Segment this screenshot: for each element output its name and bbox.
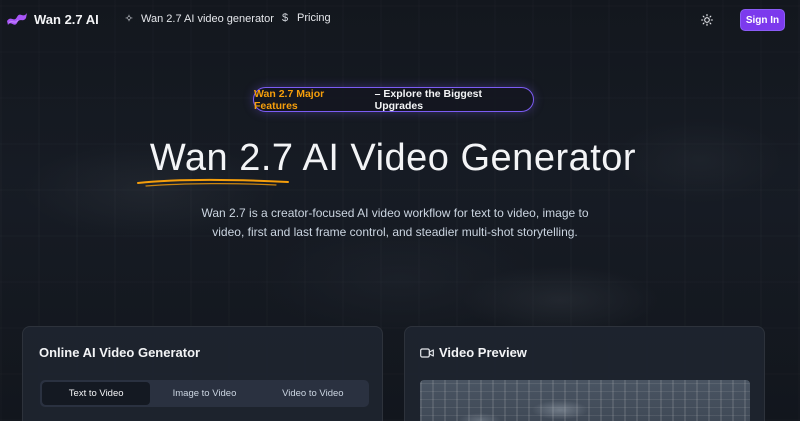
sun-icon — [701, 14, 713, 26]
nav-item-label: Wan 2.7 AI video generator — [141, 12, 274, 25]
nav-item-label: Pricing — [297, 12, 331, 24]
preview-card: Video Preview — [404, 326, 765, 421]
video-camera-icon — [420, 348, 434, 358]
brand-name: Wan 2.7 AI — [34, 11, 99, 27]
announcement-pill[interactable]: Wan 2.7 Major Features – Explore the Big… — [253, 87, 534, 112]
hero-description: Wan 2.7 is a creator-focused AI video wo… — [201, 206, 589, 239]
nav-item-video-generator[interactable]: ✧ Wan 2.7 AI video generator — [123, 12, 274, 26]
sign-in-button[interactable]: Sign In — [740, 9, 785, 31]
brand[interactable]: Wan 2.7 AI — [6, 9, 99, 29]
dollar-icon: $ — [281, 12, 289, 24]
brand-logo-icon — [7, 13, 27, 25]
nav-item-pricing[interactable]: $ Pricing — [279, 12, 331, 24]
tab-video-to-video[interactable]: Video to Video — [259, 382, 367, 405]
generator-mode-tabs: Text to Video Image to Video Video to Vi… — [40, 380, 369, 407]
announcement-text: – Explore the Biggest Upgrades — [374, 87, 482, 112]
top-navbar: Wan 2.7 AI ✧ Wan 2.7 AI video generator … — [0, 0, 800, 40]
announcement-highlight: Wan 2.7 Major Features — [254, 87, 325, 112]
theme-toggle-button[interactable] — [699, 12, 715, 28]
preview-card-title: Video Preview — [439, 345, 527, 360]
generator-card: Online AI Video Generator Text to Video … — [22, 326, 383, 421]
tab-image-to-video[interactable]: Image to Video — [150, 382, 258, 405]
video-preview-thumbnail[interactable] — [420, 380, 750, 421]
page-title: Wan 2.7 AI Video Generator — [149, 137, 637, 179]
sparkles-icon: ✧ — [124, 13, 134, 25]
tab-text-to-video[interactable]: Text to Video — [42, 382, 151, 405]
generator-card-title: Online AI Video Generator — [39, 345, 201, 360]
title-underline-decoration — [137, 178, 289, 187]
